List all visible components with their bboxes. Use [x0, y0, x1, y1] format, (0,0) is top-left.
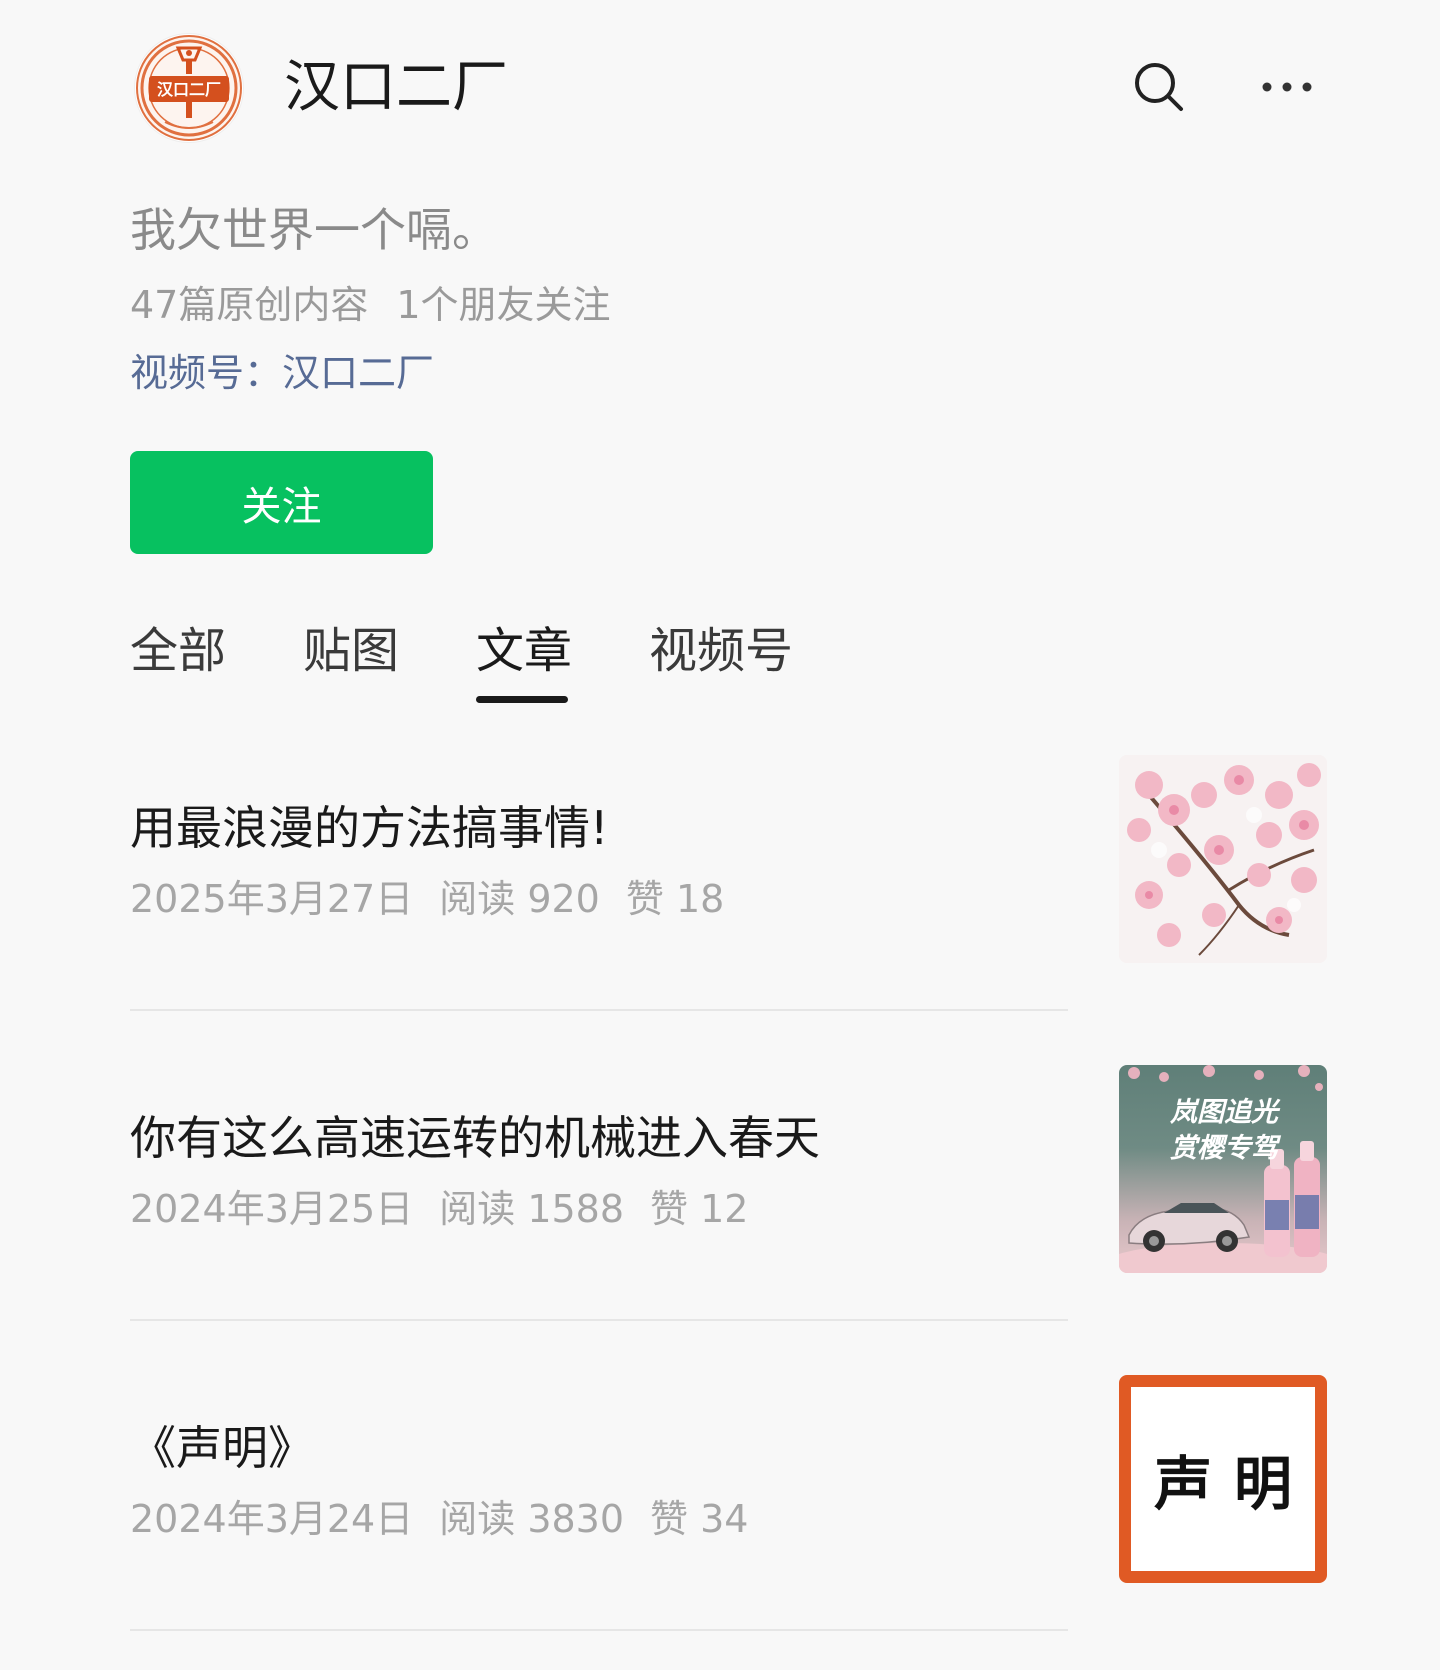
thumbnail-caption: 岚图追光 赏樱专驾 [1129, 1095, 1319, 1167]
tab-channels[interactable]: 视频号 [649, 618, 793, 708]
tab-label: 全部 [130, 623, 227, 679]
tab-articles[interactable]: 文章 [476, 618, 572, 708]
article-date: 2024年3月24日 [130, 1497, 414, 1541]
content-tabs: 全部 贴图 文章 视频号 [130, 618, 870, 708]
notice-image-text: 声明 [1153, 1450, 1314, 1518]
more-button[interactable] [1252, 52, 1322, 122]
account-signature: 我欠世界一个嗝。 [130, 203, 498, 257]
account-stats: 47篇原创内容 1个朋友关注 [130, 278, 611, 332]
tab-label: 视频号 [649, 623, 794, 679]
follow-button[interactable]: 关注 [130, 451, 433, 554]
article-date: 2024年3月25日 [130, 1187, 414, 1231]
article-date: 2025年3月27日 [130, 877, 414, 921]
profile-header: 汉口二厂 汉口二厂 [0, 0, 1440, 175]
article-title: 用最浪漫的方法搞事情! [130, 801, 609, 855]
article-reads: 阅读 3830 [439, 1497, 625, 1541]
article-likes: 赞 12 [650, 1187, 749, 1231]
account-name: 汉口二厂 [284, 55, 508, 120]
divider [130, 1009, 1068, 1011]
tab-all[interactable]: 全部 [130, 618, 226, 708]
search-icon [1135, 63, 1183, 111]
article-list: 用最浪漫的方法搞事情! 2025年3月27日 阅读 920 赞 18 你有这么高… [0, 740, 1440, 1670]
cherry-blossom-image [1119, 755, 1327, 963]
article-meta: 2024年3月24日 阅读 3830 赞 34 [130, 1492, 748, 1546]
article-thumbnail: 岚图追光 赏樱专驾 [1119, 1065, 1327, 1273]
list-item[interactable]: 你有这么高速运转的机械进入春天 2024年3月25日阅读 1588 赞 12 [0, 1050, 1440, 1360]
friends-following[interactable]: 1个朋友关注 [396, 283, 610, 327]
more-icon [1262, 82, 1312, 92]
notice-image: 声明 [1119, 1375, 1327, 1583]
article-likes: 赞 34 [650, 1497, 749, 1541]
tab-label: 文章 [476, 623, 573, 679]
article-title: 你有这么高速运转的机械进入春天 [130, 1111, 820, 1165]
article-likes: 赞 18 [625, 877, 725, 921]
article-reads: 阅读 920 [439, 877, 600, 921]
original-count: 47篇原创内容 [130, 283, 369, 327]
tab-label: 贴图 [303, 623, 400, 679]
article-title: 《声明》 [130, 1421, 314, 1475]
article-reads: 阅读 1588 [439, 1187, 625, 1231]
list-item[interactable]: 《声明》 2024年3月24日 阅读 3830 赞 34 声明 [0, 1360, 1440, 1670]
search-button[interactable] [1124, 52, 1194, 122]
active-tab-indicator [476, 696, 569, 703]
divider [130, 1629, 1068, 1631]
avatar-logo-text: 汉口二厂 [157, 80, 221, 99]
thumbnail-caption-line: 岚图追光 [1170, 1097, 1278, 1128]
avatar[interactable]: 汉口二厂 [135, 34, 243, 142]
brand-logo-icon: 汉口二厂 [136, 35, 242, 141]
list-item[interactable]: 用最浪漫的方法搞事情! 2025年3月27日 阅读 920 赞 18 [0, 740, 1440, 1050]
channel-link[interactable]: 视频号：汉口二厂 [130, 346, 434, 400]
article-meta: 2024年3月25日 阅读 1588 赞 12 [130, 1182, 748, 1236]
divider [130, 1319, 1068, 1321]
article-thumbnail [1119, 755, 1327, 963]
thumbnail-caption-line: 赏樱专驾 [1170, 1133, 1278, 1164]
article-meta: 2025年3月27日 阅读 920 赞 18 [130, 872, 724, 926]
tab-stickers[interactable]: 贴图 [303, 618, 399, 708]
